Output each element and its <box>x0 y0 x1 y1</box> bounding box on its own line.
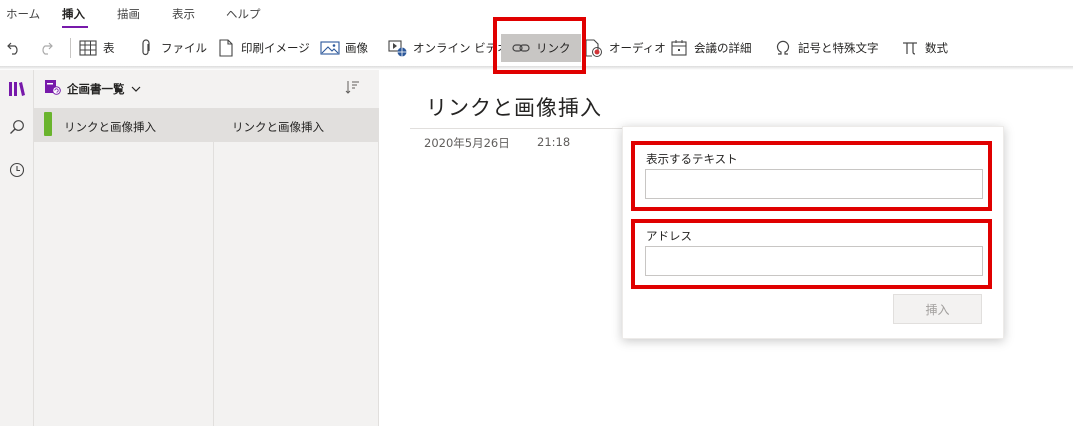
file-label: ファイル <box>161 41 207 55</box>
display-text-input[interactable] <box>645 169 983 199</box>
tab-home[interactable]: ホーム <box>6 6 40 22</box>
picture-icon <box>320 38 340 58</box>
printout-button[interactable]: 印刷イメージ <box>216 34 310 62</box>
calendar-icon <box>669 38 689 58</box>
notebook-title: 企画書一覧 <box>67 81 125 96</box>
printout-label: 印刷イメージ <box>241 41 310 55</box>
section-color-tab <box>44 112 52 136</box>
address-input[interactable] <box>645 246 983 276</box>
tab-help[interactable]: ヘルプ <box>226 6 261 22</box>
page-title[interactable]: リンクと画像挿入 <box>426 92 602 122</box>
tab-insert[interactable]: 挿入 <box>62 6 85 22</box>
file-button[interactable]: ファイル <box>136 34 207 62</box>
omega-icon <box>773 38 793 58</box>
active-tab-indicator <box>62 26 88 28</box>
recent-clock-icon[interactable] <box>6 159 28 181</box>
link-label: リンク <box>536 41 571 55</box>
sections-pane: リンクと画像挿入 <box>34 108 214 426</box>
page-item-label: リンクと画像挿入 <box>232 120 324 134</box>
chevron-down-icon <box>131 82 141 96</box>
meeting-details-label: 会議の詳細 <box>694 41 752 55</box>
display-text-label: 表示するテキスト <box>646 152 738 166</box>
symbol-button[interactable]: 記号と特殊文字 <box>773 34 879 62</box>
tab-view[interactable]: 表示 <box>172 6 195 22</box>
online-video-button[interactable]: オンライン ビデオ <box>388 34 509 62</box>
undo-icon <box>4 38 24 58</box>
online-video-icon <box>388 38 408 58</box>
online-video-label: オンライン ビデオ <box>413 41 509 55</box>
document-icon <box>216 38 236 58</box>
search-icon[interactable] <box>6 116 28 138</box>
audio-label: オーディオ <box>609 41 666 55</box>
picture-label: 画像 <box>345 41 368 55</box>
notebook-switcher[interactable]: 企画書一覧 <box>44 79 141 98</box>
redo-button[interactable] <box>36 34 56 62</box>
toolbar-divider <box>70 38 71 58</box>
table-icon <box>78 38 98 58</box>
section-label: リンクと画像挿入 <box>64 120 156 134</box>
insert-button[interactable]: 挿入 <box>893 294 982 324</box>
table-button[interactable]: 表 <box>78 34 115 62</box>
title-underline <box>410 128 622 129</box>
redo-icon <box>36 38 56 58</box>
notebook-icon <box>44 79 61 98</box>
page-date: 2020年5月26日 <box>424 136 510 150</box>
ribbon-toolbar: 表 ファイル 印刷イメージ 画像 オンライン ビデオ リンク オーディオ 会議の… <box>0 30 1073 66</box>
symbol-label: 記号と特殊文字 <box>798 41 879 55</box>
notebooks-icon[interactable] <box>6 78 28 100</box>
link-button[interactable]: リンク <box>501 34 581 62</box>
sort-icon[interactable] <box>345 79 361 95</box>
page-item[interactable]: リンクと画像挿入 <box>214 108 379 142</box>
address-label: アドレス <box>646 229 692 243</box>
paperclip-icon <box>136 38 156 58</box>
equation-label: 数式 <box>925 41 948 55</box>
picture-button[interactable]: 画像 <box>320 34 368 62</box>
tab-draw[interactable]: 描画 <box>117 6 140 22</box>
ribbon-tabs: ホーム 挿入 描画 表示 ヘルプ <box>0 0 1073 30</box>
equation-button[interactable]: 数式 <box>900 34 948 62</box>
meeting-details-button[interactable]: 会議の詳細 <box>669 34 752 62</box>
navigation-rail <box>0 70 34 426</box>
audio-record-icon <box>584 38 604 58</box>
link-icon <box>511 38 531 58</box>
pi-icon <box>900 38 920 58</box>
audio-button[interactable]: オーディオ <box>584 34 666 62</box>
page-time: 21:18 <box>537 135 571 149</box>
section-item[interactable]: リンクと画像挿入 <box>34 108 214 142</box>
pages-pane: リンクと画像挿入 <box>214 108 379 426</box>
table-label: 表 <box>103 41 115 55</box>
undo-button[interactable] <box>4 34 24 62</box>
